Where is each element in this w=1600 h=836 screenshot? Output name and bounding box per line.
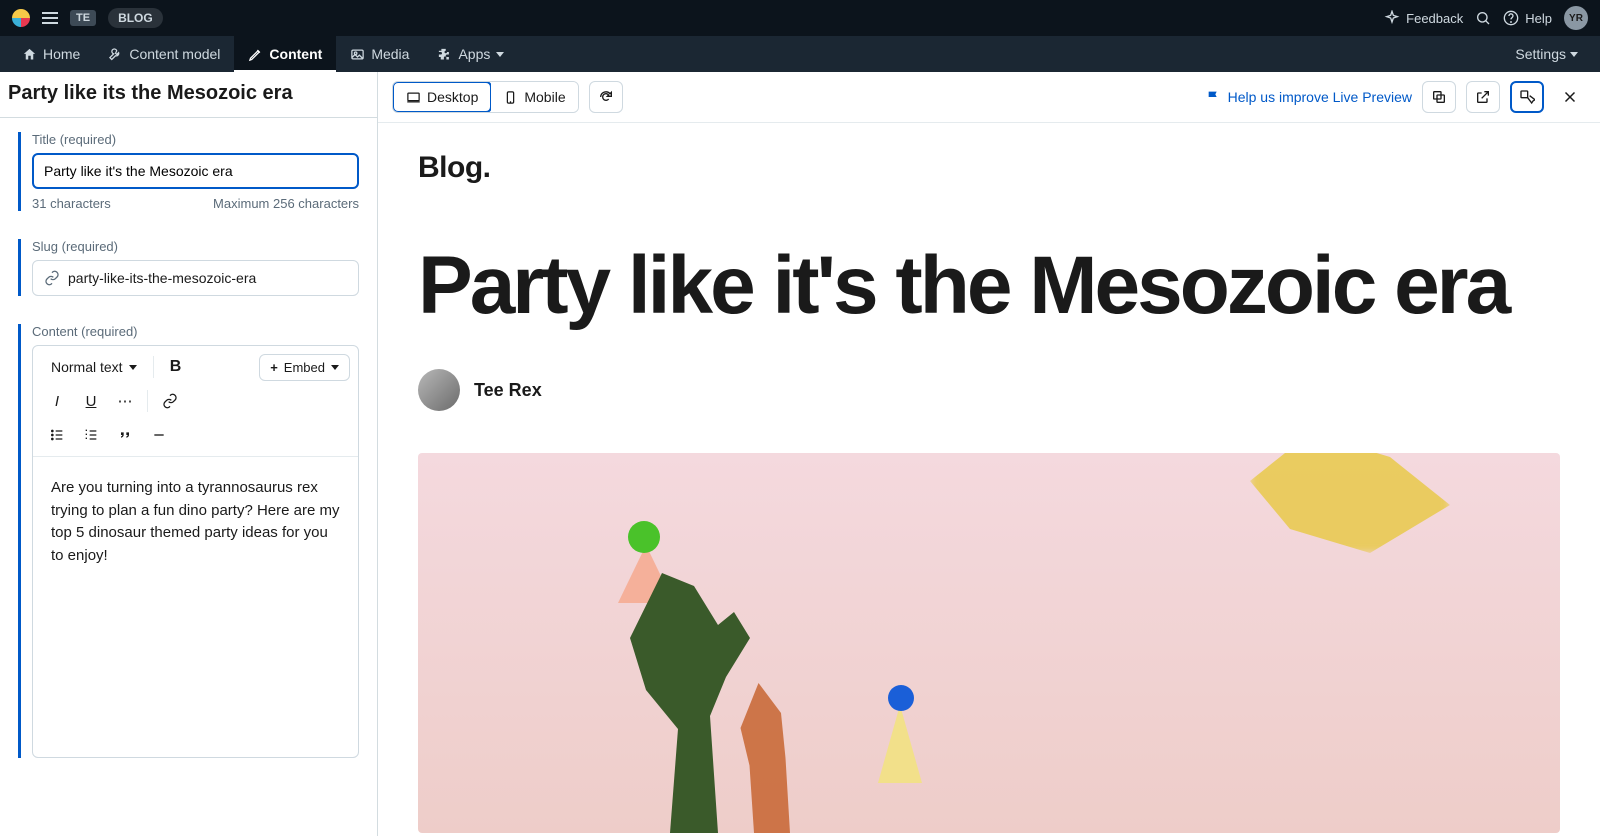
nav-content-model[interactable]: Content model bbox=[94, 36, 234, 72]
user-avatar[interactable]: YR bbox=[1564, 6, 1588, 30]
copy-button[interactable] bbox=[1422, 81, 1456, 113]
editor-panel: Party like its the Mesozoic era Title (r… bbox=[0, 72, 378, 836]
author-avatar bbox=[418, 369, 460, 411]
slug-input[interactable]: party-like-its-the-mesozoic-era bbox=[32, 260, 359, 296]
chevron-down-icon bbox=[331, 365, 339, 370]
nav-home[interactable]: Home bbox=[8, 36, 94, 72]
hamburger-menu-icon[interactable] bbox=[42, 12, 58, 24]
char-max: Maximum 256 characters bbox=[213, 196, 359, 211]
wrench-icon bbox=[108, 47, 123, 62]
open-external-button[interactable] bbox=[1466, 81, 1500, 113]
inspect-button[interactable] bbox=[1510, 81, 1544, 113]
entry-title: Party like its the Mesozoic era bbox=[8, 82, 369, 105]
close-icon bbox=[1561, 88, 1579, 106]
desktop-button[interactable]: Desktop bbox=[392, 81, 492, 113]
field-title: Title (required) 31 characters Maximum 2… bbox=[0, 118, 377, 225]
top-bar: TE BLOG Feedback Help YR bbox=[0, 0, 1600, 36]
chevron-down-icon bbox=[129, 365, 137, 370]
bullet-list-button[interactable] bbox=[41, 420, 73, 450]
feedback-link[interactable]: Help us improve Live Preview bbox=[1206, 89, 1412, 105]
close-button[interactable] bbox=[1554, 81, 1586, 113]
hero-image bbox=[418, 453, 1560, 833]
help-icon bbox=[1503, 10, 1519, 26]
environment-badge[interactable]: BLOG bbox=[108, 8, 163, 28]
underline-button[interactable]: U bbox=[75, 386, 107, 416]
nav-settings[interactable]: Settings bbox=[1501, 46, 1592, 62]
blog-title: Party like it's the Mesozoic era bbox=[418, 245, 1560, 327]
link-icon bbox=[44, 270, 60, 286]
embed-button[interactable]: + Embed bbox=[259, 354, 350, 381]
hr-button[interactable] bbox=[143, 420, 175, 450]
title-input[interactable] bbox=[32, 153, 359, 189]
field-slug: Slug (required) party-like-its-the-mesoz… bbox=[0, 225, 377, 310]
image-icon bbox=[350, 47, 365, 62]
mobile-button[interactable]: Mobile bbox=[491, 82, 577, 112]
bold-button[interactable]: B bbox=[160, 352, 192, 382]
space-badge[interactable]: TE bbox=[70, 10, 96, 26]
content-body[interactable]: Are you turning into a tyrannosaurus rex… bbox=[33, 457, 358, 757]
char-count: 31 characters bbox=[32, 196, 111, 211]
italic-button[interactable]: I bbox=[41, 386, 73, 416]
field-label: Slug (required) bbox=[32, 239, 359, 254]
main-nav: Home Content model Content Media Apps Se… bbox=[0, 36, 1600, 72]
mobile-icon bbox=[503, 90, 518, 105]
contentful-logo-icon[interactable] bbox=[12, 9, 30, 27]
numbered-list-icon bbox=[83, 427, 99, 443]
format-selector[interactable]: Normal text bbox=[41, 353, 147, 381]
puzzle-icon bbox=[437, 47, 452, 62]
author-block: Tee Rex bbox=[418, 369, 1560, 411]
link-button[interactable] bbox=[154, 386, 186, 416]
quote-button[interactable] bbox=[109, 420, 141, 450]
desktop-icon bbox=[406, 90, 421, 105]
help-button[interactable]: Help bbox=[1503, 10, 1552, 26]
search-icon bbox=[1475, 10, 1491, 26]
nav-media[interactable]: Media bbox=[336, 36, 423, 72]
external-link-icon bbox=[1475, 89, 1491, 105]
chevron-down-icon bbox=[496, 52, 504, 57]
sparkle-icon bbox=[1384, 10, 1400, 26]
nav-apps[interactable]: Apps bbox=[423, 36, 518, 72]
author-name: Tee Rex bbox=[474, 380, 542, 401]
preview-toolbar: Desktop Mobile Help us improve Live Prev… bbox=[378, 72, 1600, 123]
nav-content[interactable]: Content bbox=[234, 36, 336, 72]
inspect-icon bbox=[1519, 89, 1535, 105]
search-button[interactable] bbox=[1475, 10, 1491, 26]
feedback-button[interactable]: Feedback bbox=[1384, 10, 1463, 26]
viewport-segment: Desktop Mobile bbox=[392, 81, 579, 113]
field-content: Content (required) Normal text B + bbox=[0, 310, 377, 772]
field-label: Content (required) bbox=[32, 324, 359, 339]
bullet-list-icon bbox=[49, 427, 65, 443]
refresh-icon bbox=[598, 89, 614, 105]
quote-icon bbox=[117, 427, 133, 443]
chevron-down-icon bbox=[1570, 52, 1578, 57]
copy-icon bbox=[1431, 89, 1447, 105]
flag-icon bbox=[1206, 89, 1222, 105]
rich-text-editor: Normal text B + Embed bbox=[32, 345, 359, 758]
numbered-list-button[interactable] bbox=[75, 420, 107, 450]
preview-panel: Desktop Mobile Help us improve Live Prev… bbox=[378, 72, 1600, 836]
preview-content: Blog. Party like it's the Mesozoic era T… bbox=[378, 123, 1600, 836]
blog-label: Blog. bbox=[418, 151, 1560, 185]
home-icon bbox=[22, 47, 37, 62]
link-icon bbox=[162, 393, 178, 409]
editor-header: Party like its the Mesozoic era bbox=[0, 72, 377, 118]
refresh-button[interactable] bbox=[589, 81, 623, 113]
pencil-icon bbox=[248, 47, 263, 62]
horizontal-rule-icon bbox=[151, 427, 167, 443]
more-format-button[interactable]: ⋯ bbox=[109, 386, 141, 416]
field-label: Title (required) bbox=[32, 132, 359, 147]
rte-toolbar: Normal text B + Embed bbox=[33, 346, 358, 457]
